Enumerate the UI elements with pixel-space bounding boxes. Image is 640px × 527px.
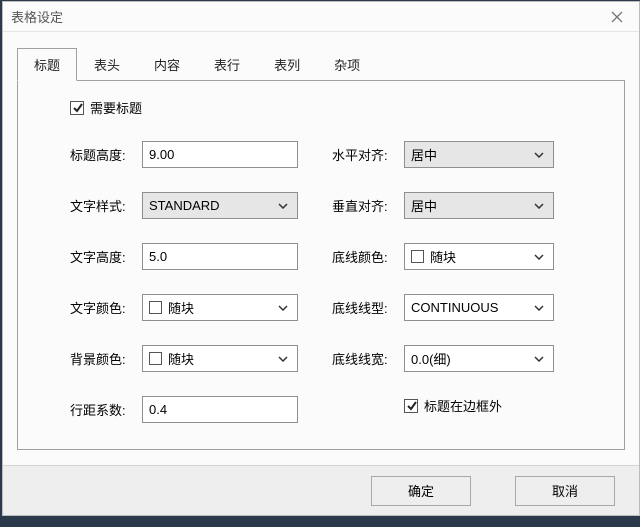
field-text-style: 文字样式: STANDARD [70, 192, 298, 219]
tab-panel: 需要标题 标题高度: 9.00 文字样式: STANDARD [17, 80, 625, 450]
chevron-down-icon [531, 305, 547, 311]
select-bg-color[interactable]: 随块 [142, 345, 298, 372]
field-underline-width: 底线线宽: 0.0(细) [332, 345, 554, 372]
value-valign: 居中 [411, 196, 531, 215]
label-text-color: 文字颜色: [70, 298, 142, 317]
label-underline-color: 底线颜色: [332, 247, 404, 266]
left-column: 标题高度: 9.00 文字样式: STANDARD 文字高度: 5.0 [70, 141, 298, 423]
value-underline-type: CONTINUOUS [411, 300, 531, 315]
tab-row[interactable]: 表行 [197, 48, 257, 81]
field-title-height: 标题高度: 9.00 [70, 141, 298, 168]
field-bg-color: 背景颜色: 随块 [70, 345, 298, 372]
check-icon [72, 102, 83, 113]
select-underline-type[interactable]: CONTINUOUS [404, 294, 554, 321]
value-bg-color: 随块 [168, 349, 275, 368]
tab-column[interactable]: 表列 [257, 48, 317, 81]
chevron-down-icon [275, 305, 291, 311]
form-columns: 标题高度: 9.00 文字样式: STANDARD 文字高度: 5.0 [70, 141, 596, 423]
select-underline-width[interactable]: 0.0(细) [404, 345, 554, 372]
swatch-icon [149, 352, 162, 365]
label-underline-type: 底线线型: [332, 298, 404, 317]
field-valign: 垂直对齐: 居中 [332, 192, 554, 219]
right-column: 水平对齐: 居中 垂直对齐: 居中 底线颜色: [332, 141, 554, 423]
close-button[interactable] [595, 2, 639, 32]
dialog-footer: 确定 取消 [3, 465, 639, 515]
input-line-spacing[interactable]: 0.4 [142, 396, 298, 423]
chevron-down-icon [275, 203, 291, 209]
select-halign[interactable]: 居中 [404, 141, 554, 168]
outside-border-label: 标题在边框外 [424, 396, 502, 415]
need-title-row: 需要标题 [70, 98, 596, 117]
value-title-height: 9.00 [149, 147, 291, 162]
input-title-height[interactable]: 9.00 [142, 141, 298, 168]
chevron-down-icon [531, 152, 547, 158]
need-title-checkbox[interactable] [70, 101, 84, 115]
value-text-style: STANDARD [149, 198, 275, 213]
chevron-down-icon [531, 356, 547, 362]
tab-header[interactable]: 表头 [77, 48, 137, 81]
select-underline-color[interactable]: 随块 [404, 243, 554, 270]
value-underline-width: 0.0(细) [411, 349, 531, 368]
cancel-button[interactable]: 取消 [515, 476, 615, 506]
value-underline-color: 随块 [430, 247, 531, 266]
tab-content[interactable]: 内容 [137, 48, 197, 81]
field-line-spacing: 行距系数: 0.4 [70, 396, 298, 423]
check-icon [406, 400, 417, 411]
label-line-spacing: 行距系数: [70, 400, 142, 419]
close-icon [611, 11, 623, 23]
field-text-height: 文字高度: 5.0 [70, 243, 298, 270]
label-bg-color: 背景颜色: [70, 349, 142, 368]
field-halign: 水平对齐: 居中 [332, 141, 554, 168]
label-underline-width: 底线线宽: [332, 349, 404, 368]
tab-bar: 标题 表头 内容 表行 表列 杂项 [3, 32, 639, 81]
select-text-style[interactable]: STANDARD [142, 192, 298, 219]
value-halign: 居中 [411, 145, 531, 164]
label-title-height: 标题高度: [70, 145, 142, 164]
titlebar: 表格设定 [3, 2, 639, 32]
field-underline-type: 底线线型: CONTINUOUS [332, 294, 554, 321]
value-text-height: 5.0 [149, 249, 291, 264]
chevron-down-icon [275, 356, 291, 362]
ok-button[interactable]: 确定 [371, 476, 471, 506]
need-title-label: 需要标题 [90, 98, 142, 117]
window-title: 表格设定 [11, 7, 63, 26]
tab-title[interactable]: 标题 [17, 48, 77, 81]
label-text-style: 文字样式: [70, 196, 142, 215]
swatch-icon [411, 250, 424, 263]
swatch-icon [149, 301, 162, 314]
field-underline-color: 底线颜色: 随块 [332, 243, 554, 270]
field-text-color: 文字颜色: 随块 [70, 294, 298, 321]
chevron-down-icon [531, 254, 547, 260]
select-valign[interactable]: 居中 [404, 192, 554, 219]
value-text-color: 随块 [168, 298, 275, 317]
outside-border-checkbox[interactable] [404, 399, 418, 413]
chevron-down-icon [531, 203, 547, 209]
value-line-spacing: 0.4 [149, 402, 291, 417]
label-halign: 水平对齐: [332, 145, 404, 164]
dialog-window: 表格设定 标题 表头 内容 表行 表列 杂项 需要标题 标题高度: 9.00 [2, 1, 640, 516]
tab-misc[interactable]: 杂项 [317, 48, 377, 81]
label-text-height: 文字高度: [70, 247, 142, 266]
input-text-height[interactable]: 5.0 [142, 243, 298, 270]
field-outside-border: 标题在边框外 [332, 396, 554, 415]
select-text-color[interactable]: 随块 [142, 294, 298, 321]
label-valign: 垂直对齐: [332, 196, 404, 215]
